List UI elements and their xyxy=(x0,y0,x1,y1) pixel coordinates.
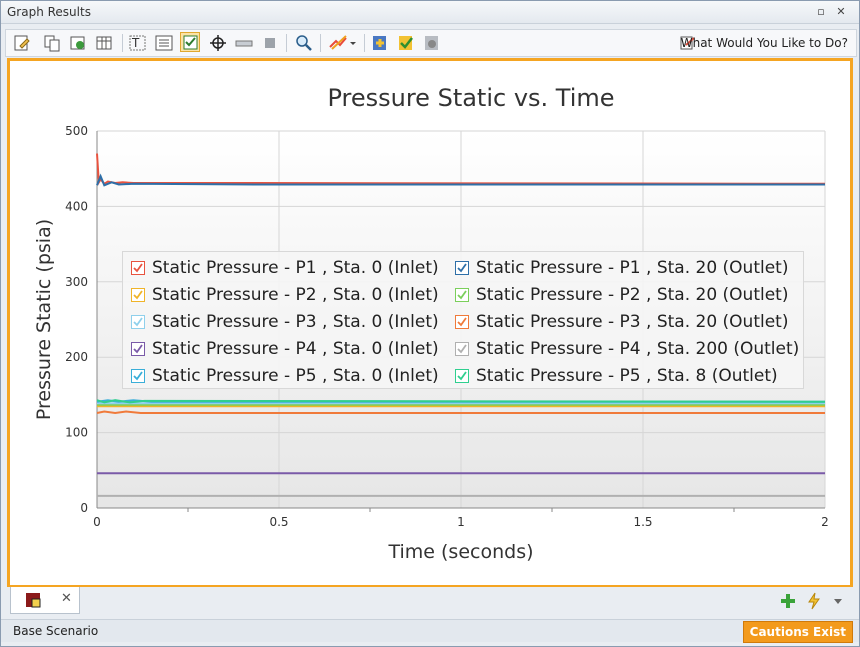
y-tick-label: 500 xyxy=(65,124,88,138)
y-tick-label: 200 xyxy=(65,350,88,364)
crosshair-icon[interactable] xyxy=(208,33,228,53)
graph-style-icon[interactable] xyxy=(328,33,358,53)
chart-legend[interactable]: Static Pressure - P1 , Sta. 0 (Inlet) Sta… xyxy=(122,251,804,389)
tab-menu-icon[interactable] xyxy=(829,592,847,610)
y-tick-label: 100 xyxy=(65,426,88,440)
stop-icon[interactable] xyxy=(260,33,280,53)
legend-label: Static Pressure - P1 , Sta. 0 (Inlet) xyxy=(152,258,439,278)
legend-label: Static Pressure - P3 , Sta. 0 (Inlet) xyxy=(152,312,439,332)
x-tick-label: 2 xyxy=(821,515,829,529)
x-tick-label: 0.5 xyxy=(269,515,288,529)
graph-tab[interactable]: ✕ xyxy=(10,587,80,614)
status-bar: Base Scenario Cautions Exist xyxy=(1,619,859,643)
legend-label: Static Pressure - P5 , Sta. 8 (Outlet) xyxy=(476,366,778,386)
legend-checkbox-icon[interactable] xyxy=(455,315,469,329)
info-icon[interactable] xyxy=(422,33,442,53)
x-axis-label: Time (seconds) xyxy=(387,541,533,563)
x-tick-label: 1 xyxy=(457,515,465,529)
window-title: Graph Results xyxy=(7,5,91,19)
add-tab-icon[interactable] xyxy=(779,592,797,610)
graph-tab-icon xyxy=(26,593,41,608)
legend-checkbox-icon[interactable] xyxy=(455,369,469,383)
export-icon[interactable] xyxy=(68,33,88,53)
toolbar-separator xyxy=(286,34,287,52)
legend-checkbox-icon[interactable] xyxy=(131,315,145,329)
svg-text:T: T xyxy=(131,36,140,50)
x-tick-label: 1.5 xyxy=(633,515,652,529)
scenario-label: Base Scenario xyxy=(13,624,99,638)
legend-checkbox-icon[interactable] xyxy=(131,261,145,275)
restore-icon[interactable]: ▫ xyxy=(813,4,829,20)
lightning-icon[interactable] xyxy=(805,592,823,610)
text-icon[interactable]: T xyxy=(128,33,148,53)
toolbar-separator xyxy=(122,34,123,52)
legend-checkbox-icon[interactable] xyxy=(131,369,145,383)
add-graph-icon[interactable] xyxy=(370,33,390,53)
legend-checkbox-icon[interactable] xyxy=(131,342,145,356)
y-axis-label: Pressure Static (psia) xyxy=(33,219,55,420)
legend-label: Static Pressure - P2 , Sta. 0 (Inlet) xyxy=(152,285,439,305)
legend-label: Static Pressure - P4 , Sta. 200 (Outlet) xyxy=(476,339,800,359)
y-tick-label: 0 xyxy=(80,501,88,515)
chart-title: Pressure Static vs. Time xyxy=(327,84,614,112)
x-tick-label: 0 xyxy=(93,515,101,529)
close-tab-icon[interactable]: ✕ xyxy=(61,591,72,606)
graph-tab-strip: ✕ xyxy=(1,587,859,615)
toolbar-separator xyxy=(364,34,365,52)
check-graph-icon[interactable] xyxy=(396,33,416,53)
y-tick-label: 300 xyxy=(65,275,88,289)
toolbar: T What Would You Like to Do? xyxy=(5,29,857,57)
y-tick-label: 400 xyxy=(65,199,88,213)
zoom-icon[interactable] xyxy=(294,33,314,53)
legend-label: Static Pressure - P2 , Sta. 20 (Outlet) xyxy=(476,285,789,305)
close-icon[interactable]: ✕ xyxy=(833,4,849,20)
copy-icon[interactable] xyxy=(42,33,62,53)
legend-checkbox-icon[interactable] xyxy=(455,261,469,275)
legend-checkbox-icon[interactable] xyxy=(131,288,145,302)
legend-icon[interactable] xyxy=(154,33,174,53)
edit-icon[interactable] xyxy=(12,33,32,53)
checkbox-icon[interactable] xyxy=(180,32,200,52)
what-would-you-like-label: What Would You Like to Do? xyxy=(680,36,848,50)
legend-label: Static Pressure - P5 , Sta. 0 (Inlet) xyxy=(152,366,439,386)
toolbar-separator xyxy=(320,34,321,52)
graph-area[interactable]: 0 0.5 1 1.5 2 0 100 200 300 400 500 Pressure Static… xyxy=(7,58,853,588)
legend-checkbox-icon[interactable] xyxy=(455,288,469,302)
legend-checkbox-icon[interactable] xyxy=(455,342,469,356)
title-bar: Graph Results ▫ ✕ xyxy=(1,1,859,24)
cautions-exist-button[interactable]: Cautions Exist xyxy=(742,621,853,643)
slider-icon[interactable] xyxy=(234,33,254,53)
legend-label: Static Pressure - P4 , Sta. 0 (Inlet) xyxy=(152,339,439,359)
table-icon[interactable] xyxy=(94,33,114,53)
graph-results-window: Graph Results ▫ ✕ T What Would You Like … xyxy=(0,0,860,647)
legend-label: Static Pressure - P1 , Sta. 20 (Outlet) xyxy=(476,258,789,278)
legend-label: Static Pressure - P3 , Sta. 20 (Outlet) xyxy=(476,312,789,332)
